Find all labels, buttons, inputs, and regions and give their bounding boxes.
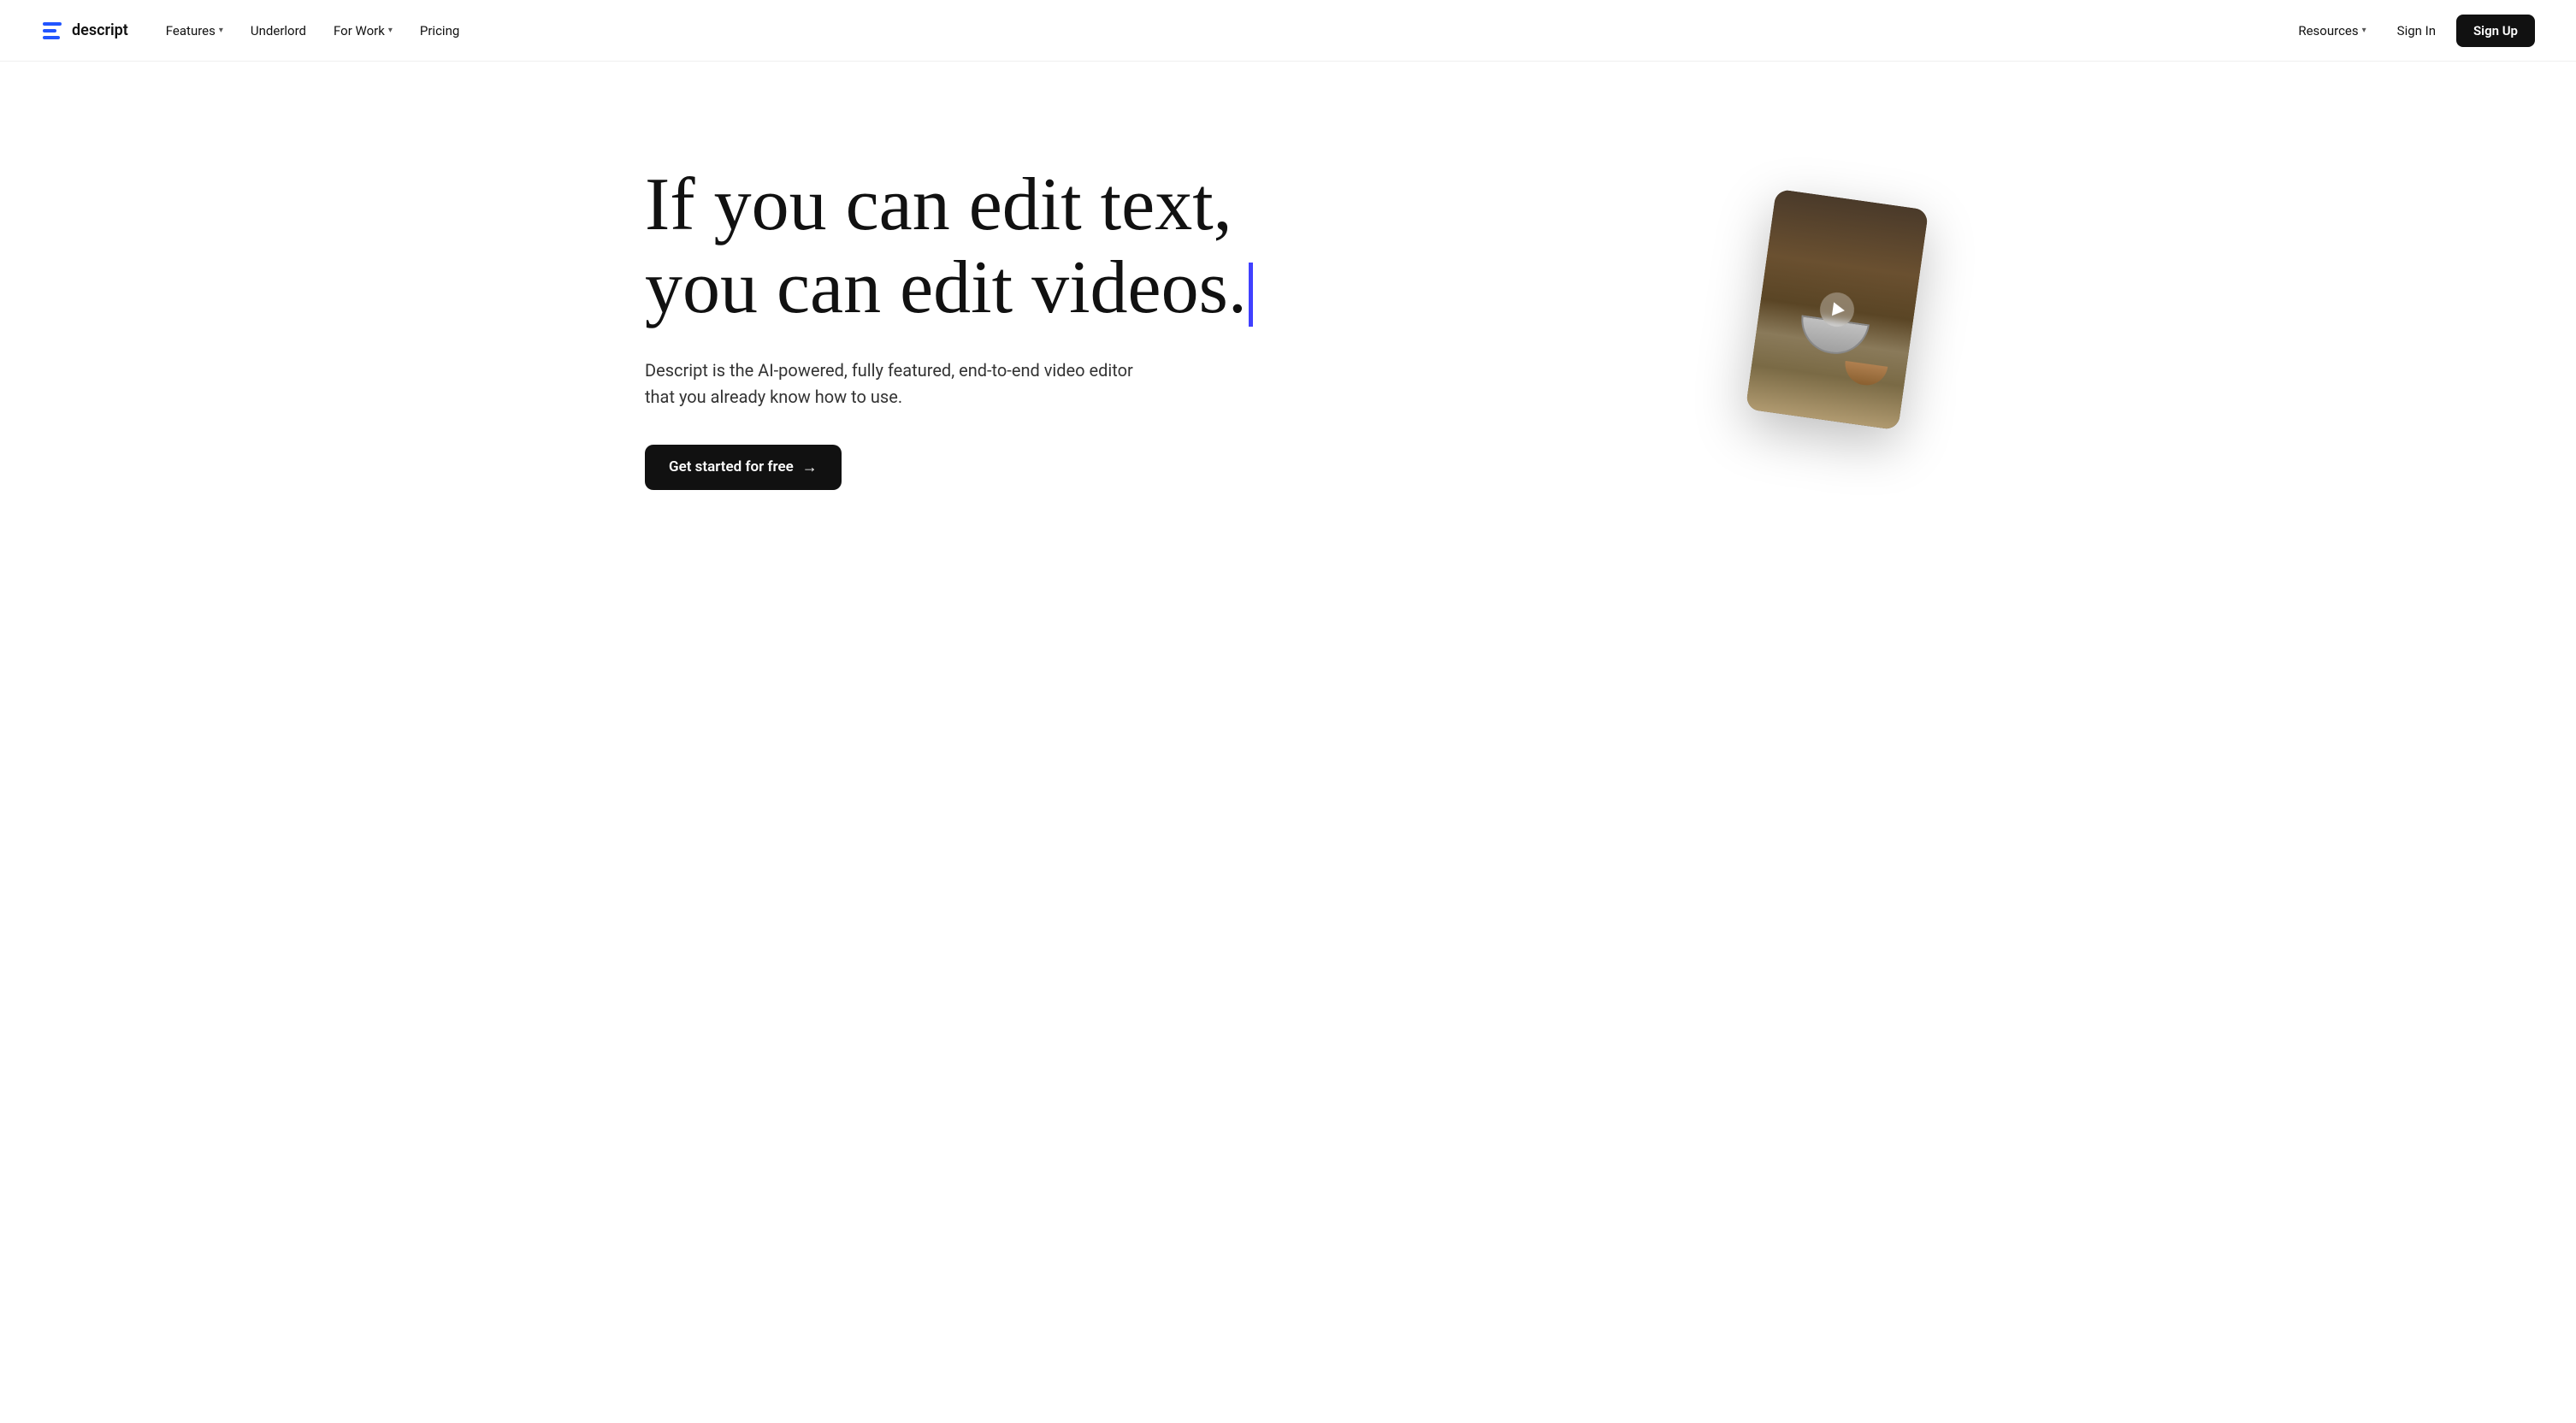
video-card	[1746, 189, 1929, 431]
kitchen-scene	[1746, 189, 1929, 431]
hero-content: If you can edit text, you can edit video…	[645, 130, 1253, 490]
cta-arrow-icon: →	[802, 458, 818, 476]
resources-chevron-icon: ▾	[2362, 26, 2366, 35]
for-work-chevron-icon: ▾	[388, 26, 393, 35]
features-chevron-icon: ▾	[219, 26, 223, 35]
sign-in-button[interactable]: Sign In	[2384, 16, 2449, 45]
play-triangle-icon	[1831, 302, 1845, 317]
nav-links: Features ▾ Underlord For Work ▾ Pricing	[156, 16, 470, 45]
sign-up-button[interactable]: Sign Up	[2456, 15, 2535, 47]
logo-text: descript	[72, 21, 128, 39]
text-cursor	[1249, 263, 1253, 327]
nav-features[interactable]: Features ▾	[156, 16, 233, 45]
cta-button[interactable]: Get started for free →	[645, 445, 842, 490]
play-overlay	[1746, 189, 1929, 431]
nav-right: Resources ▾ Sign In Sign Up	[2288, 15, 2535, 47]
hero-subtext: Descript is the AI-powered, fully featur…	[645, 357, 1141, 410]
nav-underlord[interactable]: Underlord	[240, 16, 316, 45]
play-button[interactable]	[1817, 290, 1856, 328]
descript-logo-icon	[41, 19, 65, 43]
hero-video-preview	[1760, 198, 1931, 421]
navbar: descript Features ▾ Underlord For Work ▾…	[0, 0, 2576, 62]
nav-left: descript Features ▾ Underlord For Work ▾…	[41, 16, 470, 45]
logo-link[interactable]: descript	[41, 19, 128, 43]
hero-headline: If you can edit text, you can edit video…	[645, 164, 1253, 330]
nav-resources[interactable]: Resources ▾	[2288, 16, 2376, 45]
hero-section: If you can edit text, you can edit video…	[604, 62, 1972, 592]
nav-pricing[interactable]: Pricing	[410, 16, 470, 45]
video-card-inner	[1746, 189, 1929, 431]
nav-for-work[interactable]: For Work ▾	[323, 16, 403, 45]
